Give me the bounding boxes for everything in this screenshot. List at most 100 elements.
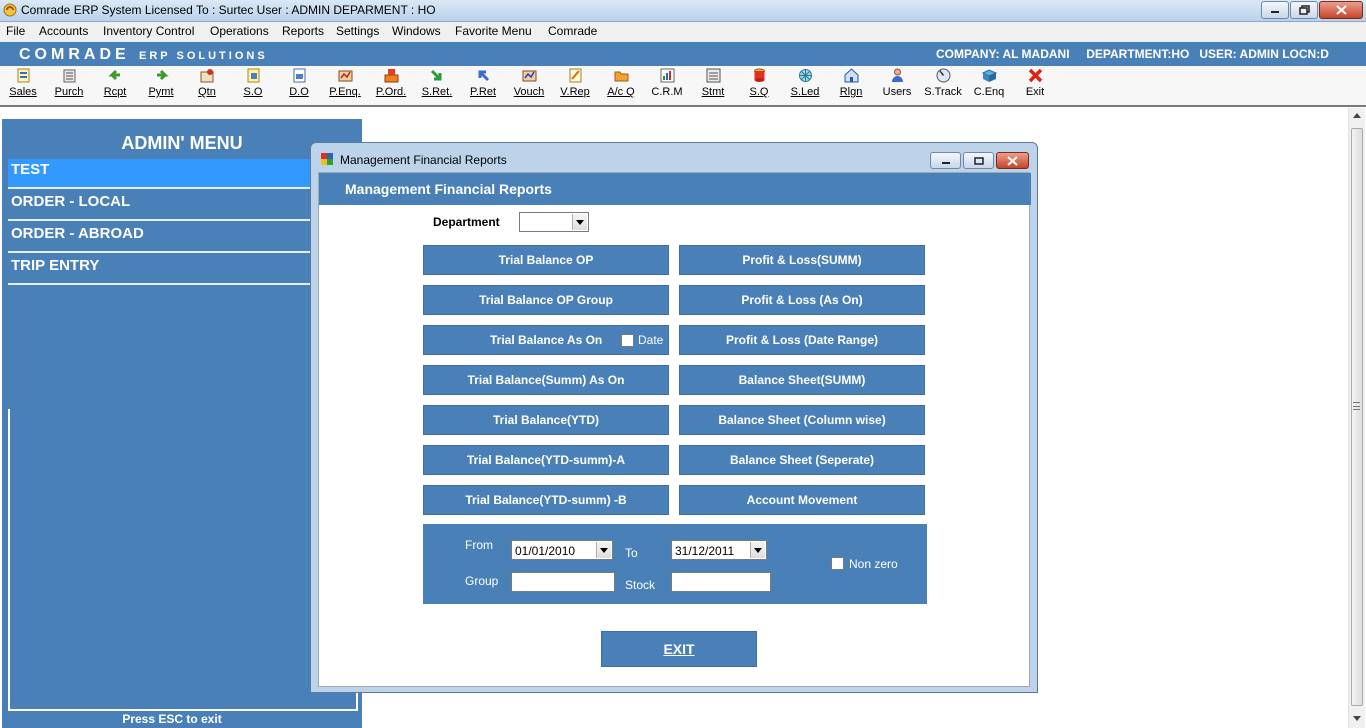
toolbar-pord-button[interactable]: P.Ord.: [371, 67, 411, 104]
date-filter-panel: From 01/01/2010 To 31/12/2011 Group Stoc…: [423, 524, 927, 604]
date-checkbox[interactable]: [621, 334, 634, 347]
menu-accounts[interactable]: Accounts: [39, 24, 88, 38]
profit-loss-as-on-button[interactable]: Profit & Loss (As On): [679, 285, 925, 315]
session-info: COMPANY: AL MADANI DEPARTMENT:HO USER: A…: [936, 47, 1329, 61]
department-label: Department: [433, 215, 500, 229]
toolbar-sled-button[interactable]: S.Led: [785, 67, 825, 104]
toolbar-rcpt-button[interactable]: Rcpt: [95, 67, 135, 104]
scroll-down-icon[interactable]: [1353, 716, 1361, 721]
minimize-icon: [1271, 11, 1279, 13]
toolbar-qtn-button[interactable]: Qtn: [187, 67, 227, 104]
quotation-icon: [200, 69, 213, 83]
brand-name: COMRADE: [19, 46, 130, 63]
trial-balance-ytd-summ-a-button[interactable]: Trial Balance(YTD-summ)-A: [423, 445, 669, 475]
stock-input[interactable]: [671, 572, 771, 592]
toolbar-do-button[interactable]: D.O: [279, 67, 319, 104]
admin-menu-frame: [8, 409, 358, 711]
non-zero-checkbox[interactable]: [831, 557, 844, 570]
close-button[interactable]: [1319, 1, 1363, 19]
to-date-picker[interactable]: 31/12/2011: [671, 540, 767, 560]
purchase-order-icon: [384, 69, 398, 83]
exit-icon: [1028, 68, 1042, 83]
toolbar-vrep-button[interactable]: V.Rep: [555, 67, 595, 104]
trial-balance-ytd-summ-b-button[interactable]: Trial Balance(YTD-summ) -B: [423, 485, 669, 515]
app-icon: [3, 3, 17, 17]
chevron-down-icon[interactable]: [750, 542, 765, 558]
restore-icon: [974, 156, 984, 165]
statement-icon: [706, 68, 720, 83]
toolbar-vouch-button[interactable]: Vouch: [509, 67, 549, 104]
toolbar-stmt-button[interactable]: Stmt: [693, 67, 733, 104]
profit-loss-summ-button[interactable]: Profit & Loss(SUMM): [679, 245, 925, 275]
close-icon: [1007, 155, 1018, 166]
balance-sheet-column-wise-button[interactable]: Balance Sheet (Column wise): [679, 405, 925, 435]
from-date-picker[interactable]: 01/01/2010: [511, 540, 613, 560]
delivery-order-icon: [293, 68, 305, 83]
customer-enquiry-icon: [981, 69, 997, 82]
dialog-titlebar: Management Financial Reports: [311, 143, 1037, 173]
chevron-down-icon[interactable]: [596, 542, 611, 558]
toolbar-rlgn-button[interactable]: Rlgn: [831, 67, 871, 104]
department-select[interactable]: [519, 212, 589, 232]
toolbar-strack-button[interactable]: S.Track: [923, 67, 963, 104]
menu-file[interactable]: File: [6, 24, 25, 38]
toolbar-cenq-button[interactable]: C.Enq: [969, 67, 1009, 104]
restore-button[interactable]: [1290, 1, 1318, 19]
menu-operations[interactable]: Operations: [210, 24, 269, 38]
admin-menu-item-order-abroad[interactable]: ORDER - ABROAD: [8, 223, 312, 253]
toolbar-exit-button[interactable]: Exit: [1015, 67, 1055, 104]
trial-balance-op-group-button[interactable]: Trial Balance OP Group: [423, 285, 669, 315]
menu-reports[interactable]: Reports: [282, 24, 324, 38]
dialog-heading: Management Financial Reports: [345, 181, 552, 197]
toolbar-penq-button[interactable]: P.Enq.: [325, 67, 365, 104]
menu-favorite[interactable]: Favorite Menu: [455, 24, 532, 38]
menu-settings[interactable]: Settings: [336, 24, 379, 38]
menubar: File Accounts Inventory Control Operatio…: [0, 22, 1366, 42]
balance-sheet-seperate-button[interactable]: Balance Sheet (Seperate): [679, 445, 925, 475]
group-input[interactable]: [511, 572, 615, 592]
toolbar-sret-button[interactable]: S.Ret.: [417, 67, 457, 104]
admin-menu-item-trip-entry[interactable]: TRIP ENTRY: [8, 255, 312, 285]
menu-windows[interactable]: Windows: [392, 24, 441, 38]
toolbar-sales-button[interactable]: Sales: [3, 67, 43, 104]
trial-balance-summ-as-on-button[interactable]: Trial Balance(Summ) As On: [423, 365, 669, 395]
minimize-icon: [941, 161, 950, 164]
toolbar-crm-button[interactable]: C.R.M: [647, 67, 687, 104]
minimize-button[interactable]: [1261, 1, 1289, 19]
toolbar-sq-button[interactable]: S.Q: [739, 67, 779, 104]
trial-balance-as-on-button[interactable]: Trial Balance As On Date: [423, 325, 669, 355]
balance-sheet-summ-button[interactable]: Balance Sheet(SUMM): [679, 365, 925, 395]
admin-menu-item-order-local[interactable]: ORDER - LOCAL: [8, 191, 312, 221]
toolbar-pret-button[interactable]: P.Ret: [463, 67, 503, 104]
admin-menu-title: ADMIN' MENU: [121, 133, 243, 153]
trial-balance-op-button[interactable]: Trial Balance OP: [423, 245, 669, 275]
restore-icon: [1298, 5, 1310, 15]
admin-menu-footer: Press ESC to exit: [122, 712, 222, 726]
menu-comrade[interactable]: Comrade: [548, 24, 597, 38]
voucher-icon: [522, 70, 536, 82]
dialog-minimize-button[interactable]: [930, 152, 961, 169]
dialog-restore-button[interactable]: [963, 152, 994, 169]
admin-menu-item-test[interactable]: TEST: [8, 159, 312, 189]
toolbar-acq-button[interactable]: A/c Q: [601, 67, 641, 104]
scroll-up-icon[interactable]: [1353, 113, 1361, 118]
payment-icon: [156, 69, 169, 81]
stock-ledger-icon: [798, 69, 812, 82]
account-movement-button[interactable]: Account Movement: [679, 485, 925, 515]
exit-button[interactable]: EXIT: [601, 631, 757, 667]
purchase-icon: [63, 69, 75, 83]
toolbar-users-button[interactable]: Users: [877, 67, 917, 104]
profit-loss-date-range-button[interactable]: Profit & Loss (Date Range): [679, 325, 925, 355]
chevron-down-icon[interactable]: [572, 214, 587, 230]
account-query-icon: [614, 71, 628, 82]
dialog-close-button[interactable]: [996, 152, 1029, 169]
trial-balance-ytd-button[interactable]: Trial Balance(YTD): [423, 405, 669, 435]
toolbar-so-button[interactable]: S.O: [233, 67, 273, 104]
menu-inventory-control[interactable]: Inventory Control: [103, 24, 194, 38]
toolbar-pymt-button[interactable]: Pymt: [141, 67, 181, 104]
toolbar: Sales Purch Rcpt Pymt Qtn S.O D.O P.Enq.…: [0, 66, 1366, 107]
stock-label: Stock: [625, 578, 656, 592]
toolbar-purch-button[interactable]: Purch: [49, 67, 89, 104]
scroll-thumb[interactable]: [1351, 128, 1363, 706]
main-vertical-scrollbar[interactable]: [1348, 108, 1365, 728]
